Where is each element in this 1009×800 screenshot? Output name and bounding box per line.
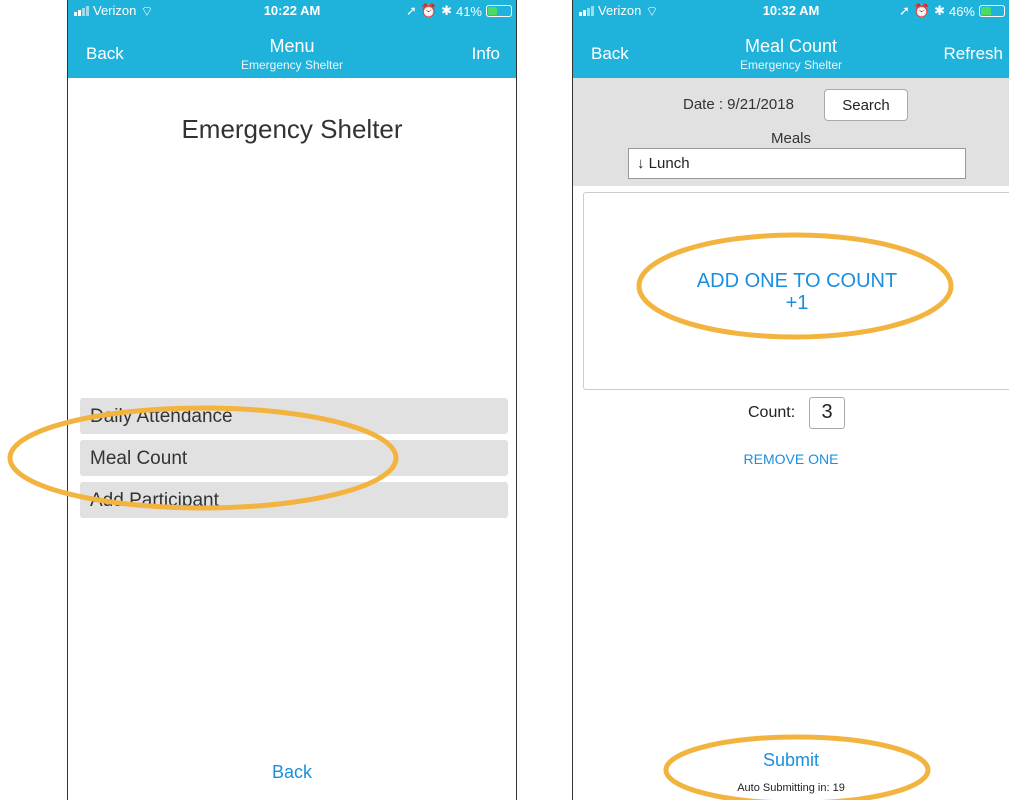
battery-icon (979, 5, 1005, 17)
count-value: 3 (809, 397, 845, 429)
battery-icon (486, 5, 512, 17)
submit-button[interactable]: Submit (573, 750, 1009, 771)
meal-select[interactable]: ↓ Lunch (628, 148, 966, 179)
add-one-button[interactable]: ADD ONE TO COUNT +1 (583, 192, 1009, 390)
add-one-label: ADD ONE TO COUNT (696, 270, 898, 292)
filter-panel: Date : 9/21/2018 Search Meals ↓ Lunch (573, 78, 1009, 186)
meal-count-screen: Verizon ⌔ 10:32 AM ➚ ⏰ ✱ 46% Back Meal C… (572, 0, 1009, 800)
add-one-plus: +1 (785, 292, 809, 314)
menu-item-daily-attendance[interactable]: Daily Attendance (80, 398, 508, 434)
bluetooth-icon: ✱ (934, 3, 945, 18)
meals-label: Meals (770, 130, 811, 147)
location-icon: ➚ (405, 3, 417, 18)
date-label: Date : 9/21/2018 (683, 96, 794, 113)
nav-subtitle: Emergency Shelter (240, 58, 344, 72)
remove-one-button[interactable]: REMOVE ONE (573, 451, 1009, 467)
info-button[interactable]: Info (472, 44, 500, 64)
bluetooth-icon: ✱ (441, 3, 452, 18)
count-label: Count: (748, 404, 796, 421)
search-button[interactable]: Search (824, 89, 908, 121)
refresh-button[interactable]: Refresh (943, 44, 1003, 64)
bottom-back-button[interactable]: Back (68, 762, 516, 783)
alarm-icon: ⏰ (420, 3, 438, 18)
auto-submit-countdown: Auto Submitting in: 19 (737, 782, 845, 794)
status-bar: Verizon ⌔ 10:22 AM ➚ ⏰ ✱ 41% (68, 0, 516, 22)
alarm-icon: ⏰ (913, 3, 931, 18)
menu-screen: Verizon ⌔ 10:22 AM ➚ ⏰ ✱ 41% Back Menu E… (67, 0, 517, 800)
location-icon: ➚ (898, 3, 910, 18)
status-bar: Verizon ⌔ 10:32 AM ➚ ⏰ ✱ 46% (573, 0, 1009, 22)
battery-percent: 46% (948, 3, 975, 19)
battery-percent: 41% (455, 3, 482, 19)
nav-title: Menu (269, 36, 315, 56)
nav-bar: Verizon ⌔ 10:32 AM ➚ ⏰ ✱ 46% Back Meal C… (573, 0, 1009, 78)
menu-item-add-participant[interactable]: Add Participant (80, 482, 508, 518)
page-title: Emergency Shelter (181, 114, 403, 144)
nav-bar: Verizon ⌔ 10:22 AM ➚ ⏰ ✱ 41% Back Menu E… (68, 0, 516, 78)
menu-item-meal-count[interactable]: Meal Count (80, 440, 508, 476)
